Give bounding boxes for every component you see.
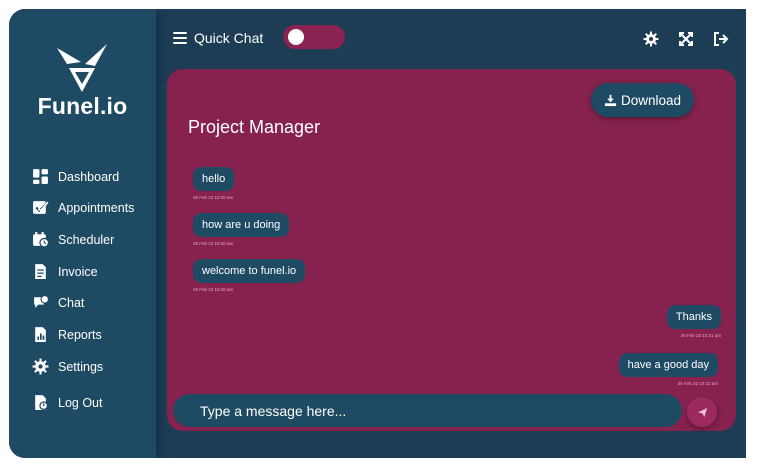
fullscreen-icon[interactable] [678,31,694,47]
sidebar-item-invoice[interactable]: Invoice [9,259,156,285]
sidebar: Funel.io Dashboard Appointments Schedule… [9,9,156,458]
message-timestamp: 25 Feb 22 10:20 am [193,195,234,200]
sidebar-item-logout[interactable]: Log Out [9,390,156,416]
sidebar-item-label: Dashboard [58,170,120,184]
settings-icon [32,358,49,375]
sidebar-item-settings[interactable]: Settings [9,354,156,380]
sidebar-item-label: Chat [58,296,85,310]
message-outgoing: have a good day 25 Feb 22 10:22 am [618,353,718,386]
message-timestamp: 25 Feb 22 10:20 am [193,287,234,292]
gear-icon[interactable] [643,31,659,47]
chat-title: Project Manager [188,117,321,137]
message-incoming: welcome to funel.io 25 Feb 22 10:20 am [193,259,306,292]
message-incoming: how are u doing 25 Feb 22 10:20 am [193,213,290,246]
chat-icon [34,295,49,308]
top-bar: Quick Chat [156,9,746,69]
message-timestamp: 25 Feb 22 10:21 am [680,333,721,338]
message-bubble: have a good day [618,353,718,377]
download-button[interactable]: Download [591,83,694,117]
sidebar-item-label: Reports [58,328,102,342]
message-incoming: hello 25 Feb 22 10:20 am [193,167,235,200]
sidebar-item-label: Settings [58,360,104,374]
message-input[interactable] [173,394,682,427]
sidebar-item-label: Scheduler [58,233,115,247]
download-icon [604,94,617,106]
download-label: Download [620,92,682,108]
sidebar-item-label: Invoice [58,265,98,279]
sidebar-item-scheduler[interactable]: Scheduler [9,227,156,253]
sidebar-item-dashboard[interactable]: Dashboard [9,164,156,190]
sidebar-item-appointments[interactable]: Appointments [9,195,156,221]
sidebar-item-label: Log Out [58,396,103,410]
message-timestamp: 25 Feb 22 10:22 am [677,381,718,386]
message-bubble: how are u doing [193,213,290,237]
hamburger-icon[interactable] [173,32,187,44]
message-bubble: welcome to funel.io [193,259,306,283]
sidebar-item-label: Appointments [58,201,135,215]
funel-logo-icon [57,44,107,92]
app-frame: Funel.io Dashboard Appointments Schedule… [9,9,746,458]
invoice-icon [35,264,46,279]
reports-icon [35,327,46,342]
send-button[interactable] [687,397,717,427]
chat-panel: Download Project Manager hello 25 Feb 22… [167,69,736,431]
logout-icon[interactable] [713,31,729,47]
logo-text: Funel.io [37,93,128,119]
quick-chat-toggle[interactable] [283,25,345,49]
sidebar-item-chat[interactable]: Chat [9,290,156,316]
quick-chat-label: Quick Chat [194,30,264,46]
message-outgoing: Thanks 25 Feb 22 10:21 am [666,305,721,338]
logout-icon [35,395,49,411]
message-bubble: hello [193,167,235,191]
toggle-knob [288,29,304,45]
sidebar-item-reports[interactable]: Reports [9,322,156,348]
dashboard-icon [33,169,48,184]
send-icon [697,407,707,417]
message-timestamp: 25 Feb 22 10:20 am [193,241,234,246]
scheduler-icon [33,232,49,248]
message-bubble: Thanks [666,305,721,329]
appointments-icon [33,201,49,214]
